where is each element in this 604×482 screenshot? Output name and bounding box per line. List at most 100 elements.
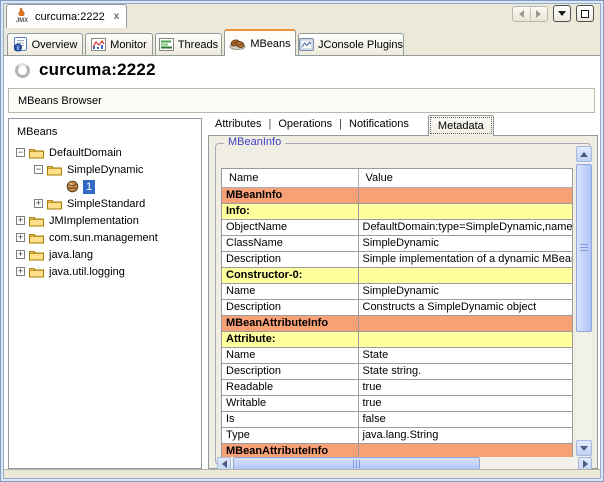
row-value-cell: [358, 203, 573, 219]
metadata-row[interactable]: Constructor-0:: [222, 267, 573, 283]
tab-scroll-left-icon[interactable]: [513, 7, 530, 21]
row-value-cell: [358, 267, 573, 283]
tab-attributes[interactable]: Attributes: [208, 118, 268, 130]
tree-title: MBeans: [9, 119, 201, 144]
metadata-row[interactable]: Readabletrue: [222, 379, 573, 395]
metadata-table-wrap: NameValue MBeanInfoInfo:ObjectNameDefaul…: [221, 168, 573, 458]
scroll-up-icon[interactable]: [576, 146, 592, 162]
metadata-row[interactable]: DescriptionState string.: [222, 363, 573, 379]
tree-node-label: SimpleStandard: [64, 197, 148, 211]
folder-icon: [29, 214, 46, 227]
close-icon[interactable]: x: [114, 11, 120, 22]
row-name-cell: Writable: [222, 395, 358, 411]
vertical-scrollbar-thumb[interactable]: [576, 164, 592, 332]
row-name-cell: Description: [222, 299, 358, 315]
tree-node-label: DefaultDomain: [46, 146, 125, 160]
metadata-row[interactable]: ClassNameSimpleDynamic: [222, 235, 573, 251]
row-name-cell: Name: [222, 347, 358, 363]
row-name-cell: Is: [222, 411, 358, 427]
tree-node-label: SimpleDynamic: [64, 163, 146, 177]
tab-mbeans[interactable]: MBeans: [224, 29, 296, 56]
metadata-row[interactable]: MBeanAttributeInfo: [222, 315, 573, 331]
tree-node-label: com.sun.management: [46, 231, 161, 245]
metadata-row[interactable]: Typejava.lang.String: [222, 427, 573, 443]
table-header-row: NameValue: [222, 169, 573, 187]
row-value-cell: true: [358, 395, 573, 411]
tab-label: Monitor: [110, 39, 147, 51]
row-value-cell: [358, 331, 573, 347]
metadata-row[interactable]: Isfalse: [222, 411, 573, 427]
tab-overview[interactable]: iOverview: [7, 33, 83, 55]
folder-icon: [29, 231, 46, 244]
tree-node-defaultdomain[interactable]: − DefaultDomain: [9, 144, 201, 161]
minimize-button[interactable]: [553, 5, 571, 22]
row-name-cell: MBeanInfo: [222, 187, 358, 203]
bean-icon: [66, 180, 83, 193]
collapse-toggle-icon[interactable]: −: [16, 148, 25, 157]
tab-operations[interactable]: Operations: [271, 118, 339, 130]
maximize-button[interactable]: [576, 5, 594, 22]
tab-notifications[interactable]: Notifications: [342, 118, 416, 130]
folder-icon: [29, 146, 46, 159]
row-name-cell: Info:: [222, 203, 358, 219]
tab-label: MBeans: [250, 38, 290, 50]
metadata-row[interactable]: NameSimpleDynamic: [222, 283, 573, 299]
metadata-row[interactable]: DescriptionConstructs a SimpleDynamic ob…: [222, 299, 573, 315]
mbean-tree-panel: MBeans −DefaultDomain−SimpleDynamic1+Sim…: [8, 118, 202, 469]
metadata-row[interactable]: MBeanInfo: [222, 187, 573, 203]
window-bottom-strip: [4, 469, 600, 478]
tab-threads[interactable]: Threads: [155, 33, 222, 55]
connection-status-spinner-icon: [15, 63, 30, 78]
tab-monitor[interactable]: Monitor: [85, 33, 153, 55]
collapse-toggle-icon[interactable]: −: [34, 165, 43, 174]
column-header-name[interactable]: Name: [222, 169, 358, 187]
metadata-row[interactable]: Attribute:: [222, 331, 573, 347]
expand-toggle-icon[interactable]: +: [16, 267, 25, 276]
column-header-value[interactable]: Value: [358, 169, 573, 187]
tab-metadata[interactable]: Metadata: [428, 115, 494, 136]
tree-node-java-util-logging[interactable]: + java.util.logging: [9, 263, 201, 280]
metadata-row[interactable]: DescriptionSimple implementation of a dy…: [222, 251, 573, 267]
row-name-cell: ObjectName: [222, 219, 358, 235]
connection-tab-strip: JMX curcuma:2222 x: [4, 4, 600, 28]
metadata-row[interactable]: MBeanAttributeInfo: [222, 443, 573, 458]
metadata-row[interactable]: Info:: [222, 203, 573, 219]
group-title: MBeanInfo: [224, 136, 285, 148]
metadata-row[interactable]: Writabletrue: [222, 395, 573, 411]
metadata-row[interactable]: NameState: [222, 347, 573, 363]
row-name-cell: Description: [222, 251, 358, 267]
row-name-cell: ClassName: [222, 235, 358, 251]
row-value-cell: java.lang.String: [358, 427, 573, 443]
metadata-panel: MBeanInfo NameValue MBeanInfoInfo:Object…: [208, 135, 598, 469]
folder-icon: [47, 197, 64, 210]
metadata-row[interactable]: ObjectNameDefaultDomain:type=SimpleDynam…: [222, 219, 573, 235]
tree-node-java-lang[interactable]: + java.lang: [9, 246, 201, 263]
tab-label: Threads: [178, 39, 218, 51]
tree-node-simpledynamic[interactable]: − SimpleDynamic: [9, 161, 201, 178]
vertical-scrollbar[interactable]: [576, 146, 592, 456]
mbean-tree: −DefaultDomain−SimpleDynamic1+SimpleStan…: [9, 144, 201, 280]
tab-label: JConsole Plugins: [318, 39, 403, 51]
tab-jconsole-plugins[interactable]: JConsole Plugins: [298, 33, 404, 55]
tree-node-jmimplementation[interactable]: +JMImplementation: [9, 212, 201, 229]
mbeaninfo-group: MBeanInfo NameValue MBeanInfoInfo:Object…: [215, 143, 591, 465]
tree-node-label: java.lang: [46, 248, 96, 262]
tab-scroll-right-icon[interactable]: [530, 7, 548, 21]
tree-node-label: java.util.logging: [46, 265, 128, 279]
expand-toggle-icon[interactable]: +: [16, 233, 25, 242]
row-value-cell: Simple implementation of a dynamic MBean…: [358, 251, 573, 267]
row-name-cell: Name: [222, 283, 358, 299]
expand-toggle-icon[interactable]: +: [16, 250, 25, 259]
tree-node-com-sun-management[interactable]: + com.sun.management: [9, 229, 201, 246]
svg-text:JMX: JMX: [16, 18, 28, 23]
scroll-down-icon[interactable]: [576, 440, 592, 456]
tree-node-1[interactable]: 1: [9, 178, 201, 195]
row-value-cell: true: [358, 379, 573, 395]
monitor-icon: [91, 37, 106, 52]
tree-node-simplestandard[interactable]: + SimpleStandard: [9, 195, 201, 212]
expand-toggle-icon[interactable]: +: [16, 216, 25, 225]
connection-tab[interactable]: JMX curcuma:2222 x: [6, 4, 127, 28]
expand-toggle-icon[interactable]: +: [34, 199, 43, 208]
row-value-cell: Constructs a SimpleDynamic object: [358, 299, 573, 315]
detail-tab-bar: Attributes|Operations|NotificationsMetad…: [208, 113, 494, 135]
